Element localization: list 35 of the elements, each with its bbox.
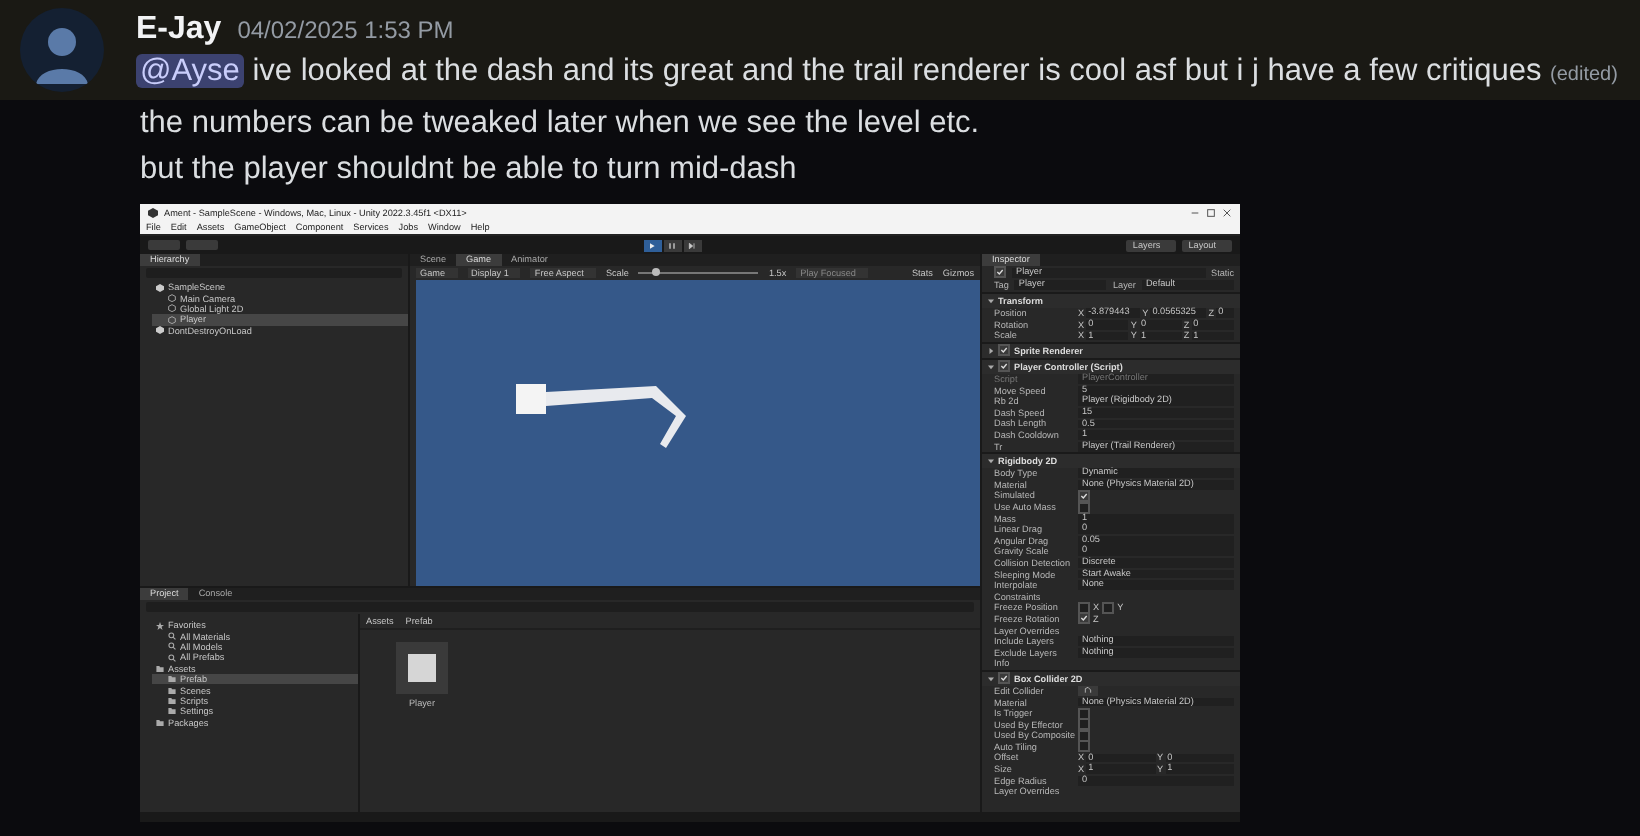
timestamp: 04/02/2025 1:53 PM bbox=[237, 16, 454, 44]
avatar[interactable] bbox=[20, 8, 104, 92]
close-icon[interactable] bbox=[1222, 207, 1232, 217]
checkbox[interactable] bbox=[1078, 718, 1090, 731]
checkbox[interactable] bbox=[1102, 601, 1115, 614]
unity-logo-icon bbox=[156, 283, 164, 292]
play-button[interactable] bbox=[643, 239, 662, 251]
expanded-arrow-icon[interactable] bbox=[988, 675, 994, 682]
maximize-icon[interactable] bbox=[1206, 207, 1216, 217]
edit-collider-button[interactable] bbox=[1078, 685, 1098, 696]
checkbox[interactable] bbox=[998, 344, 1010, 357]
unity-logo-icon bbox=[156, 326, 164, 335]
scale-slider[interactable] bbox=[638, 268, 759, 276]
message-text: but the player shouldnt be able to turn mid-dash bbox=[140, 152, 797, 186]
slider-thumb[interactable] bbox=[652, 268, 661, 276]
expanded-arrow-icon[interactable] bbox=[988, 298, 994, 304]
checkbox[interactable] bbox=[1078, 707, 1090, 720]
user-mention[interactable]: @Ayse bbox=[136, 54, 244, 88]
checkbox[interactable] bbox=[998, 360, 1010, 373]
username[interactable]: E-Jay bbox=[136, 12, 222, 48]
step-button[interactable] bbox=[683, 239, 702, 251]
expanded-arrow-icon[interactable] bbox=[988, 457, 994, 464]
checkbox[interactable] bbox=[1078, 601, 1090, 614]
star-icon bbox=[156, 621, 164, 630]
checkbox[interactable] bbox=[998, 672, 1010, 685]
pause-button[interactable] bbox=[663, 239, 682, 251]
checkbox[interactable] bbox=[1078, 612, 1090, 625]
checkbox[interactable] bbox=[994, 266, 1006, 279]
expanded-arrow-icon[interactable] bbox=[988, 363, 994, 370]
collapsed-arrow-icon[interactable] bbox=[988, 347, 994, 354]
message-text: the numbers can be tweaked later when we see the level etc. bbox=[140, 106, 980, 140]
prefab-thumbnail[interactable] bbox=[396, 642, 448, 694]
edited-label: (edited) bbox=[1550, 64, 1618, 86]
checkbox[interactable] bbox=[1078, 740, 1090, 753]
message-text: ive looked at the dash and its great and the trail renderer is cool asf but i j have a few critiques bbox=[252, 54, 1542, 88]
